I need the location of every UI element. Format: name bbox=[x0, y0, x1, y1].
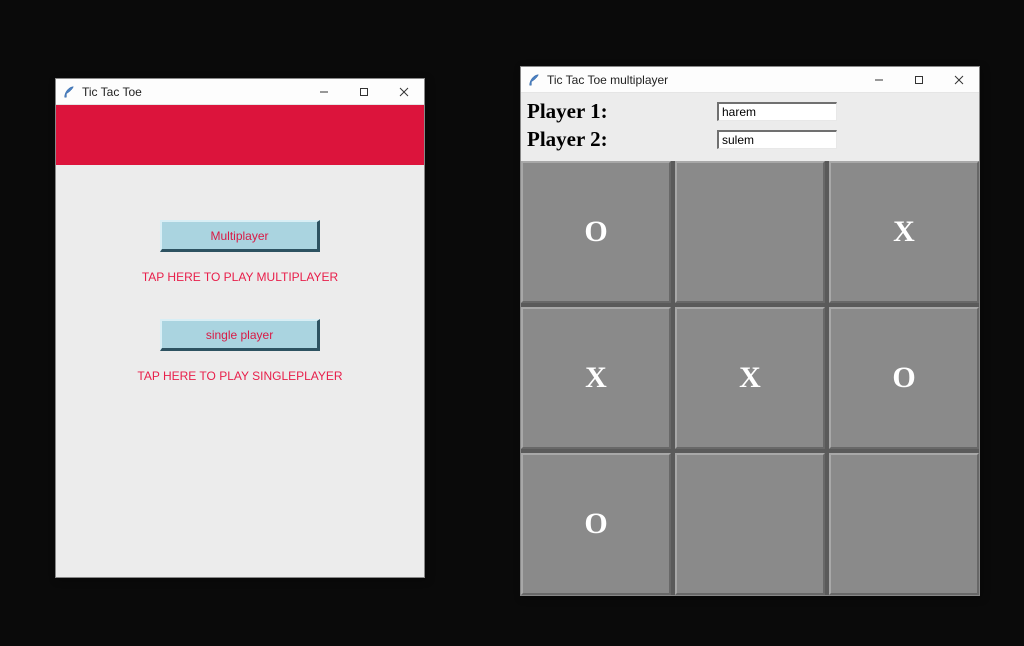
cell-0[interactable]: O bbox=[521, 161, 671, 303]
window-multiplayer-game: Tic Tac Toe multiplayer Player 1: Player… bbox=[520, 66, 980, 596]
player2-row: Player 2: bbox=[527, 125, 973, 153]
cell-5[interactable]: O bbox=[829, 307, 979, 449]
maximize-button[interactable] bbox=[899, 67, 939, 92]
window-controls bbox=[304, 79, 424, 104]
tk-feather-icon bbox=[527, 73, 541, 87]
singleplayer-caption: TAP HERE TO PLAY SINGLEPLAYER bbox=[137, 369, 342, 383]
close-button[interactable] bbox=[939, 67, 979, 92]
cell-8[interactable] bbox=[829, 453, 979, 595]
window-title: Tic Tac Toe bbox=[82, 85, 304, 99]
banner bbox=[56, 105, 424, 165]
player-inputs-area: Player 1: Player 2: bbox=[521, 93, 979, 161]
singleplayer-button[interactable]: single player bbox=[160, 319, 320, 351]
cell-3[interactable]: X bbox=[521, 307, 671, 449]
minimize-button[interactable] bbox=[304, 79, 344, 104]
minimize-button[interactable] bbox=[859, 67, 899, 92]
close-button[interactable] bbox=[384, 79, 424, 104]
player1-row: Player 1: bbox=[527, 97, 973, 125]
cell-4[interactable]: X bbox=[675, 307, 825, 449]
player2-label: Player 2: bbox=[527, 127, 717, 152]
titlebar: Tic Tac Toe multiplayer bbox=[521, 67, 979, 93]
cell-6[interactable]: O bbox=[521, 453, 671, 595]
window-title: Tic Tac Toe multiplayer bbox=[547, 73, 859, 87]
cell-2[interactable]: X bbox=[829, 161, 979, 303]
multiplayer-caption: TAP HERE TO PLAY MULTIPLAYER bbox=[142, 270, 338, 284]
menu-area: Multiplayer TAP HERE TO PLAY MULTIPLAYER… bbox=[56, 165, 424, 577]
tk-feather-icon bbox=[62, 85, 76, 99]
player1-input[interactable] bbox=[717, 102, 837, 121]
window-body: Player 1: Player 2: O X X X O O bbox=[521, 93, 979, 595]
multiplayer-button[interactable]: Multiplayer bbox=[160, 220, 320, 252]
window-controls bbox=[859, 67, 979, 92]
game-board: O X X X O O bbox=[521, 161, 979, 595]
titlebar: Tic Tac Toe bbox=[56, 79, 424, 105]
window-main-menu: Tic Tac Toe Multiplayer TAP HERE TO PLAY… bbox=[55, 78, 425, 578]
cell-1[interactable] bbox=[675, 161, 825, 303]
cell-7[interactable] bbox=[675, 453, 825, 595]
player2-input[interactable] bbox=[717, 130, 837, 149]
player1-label: Player 1: bbox=[527, 99, 717, 124]
maximize-button[interactable] bbox=[344, 79, 384, 104]
window-body: Multiplayer TAP HERE TO PLAY MULTIPLAYER… bbox=[56, 105, 424, 577]
